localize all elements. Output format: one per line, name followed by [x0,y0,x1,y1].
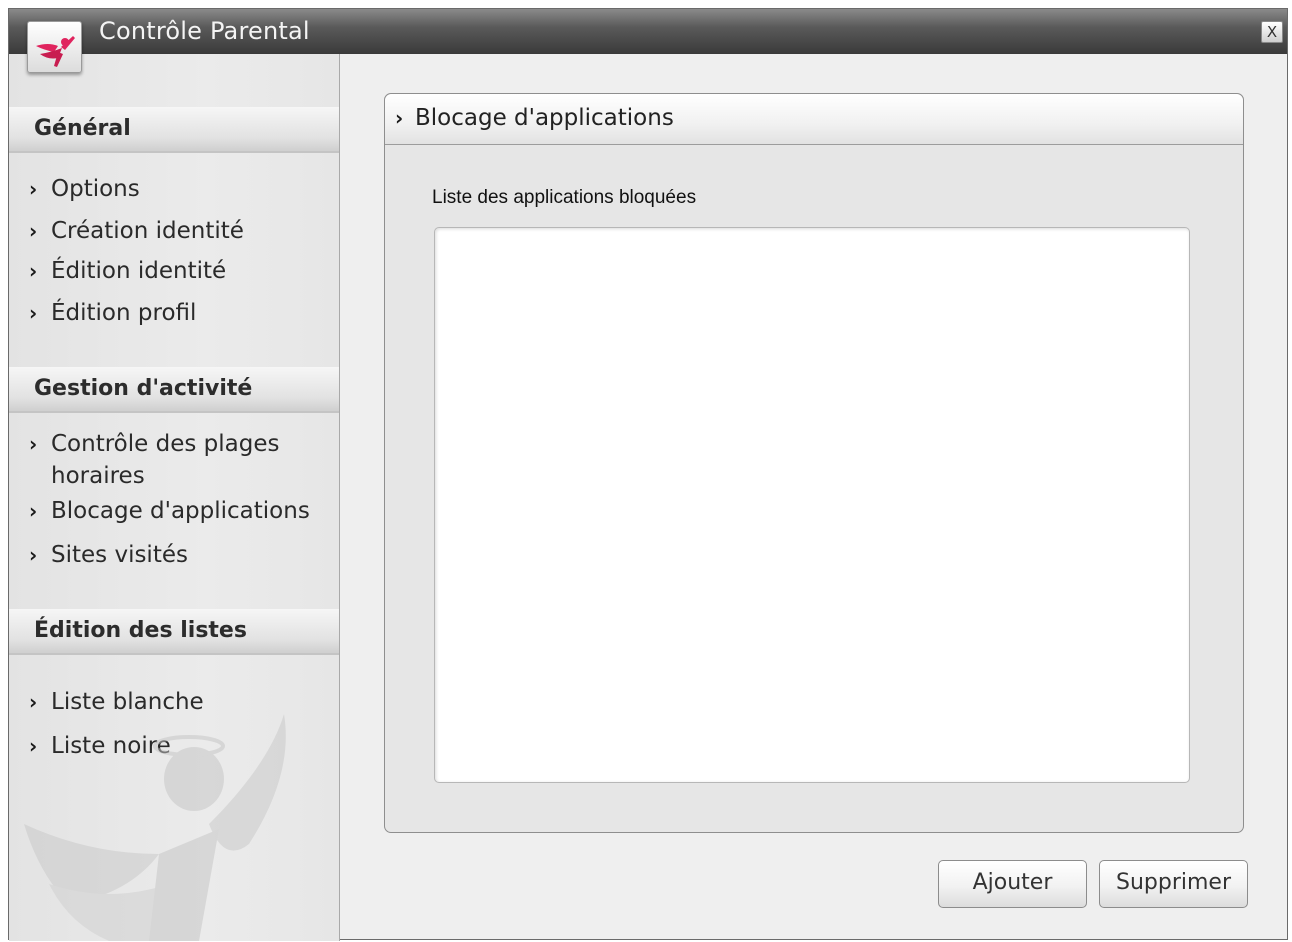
sidebar-item-label: Création identité [51,218,244,244]
chevron-right-icon: › [29,301,38,325]
chevron-right-icon: › [395,106,404,130]
chevron-right-icon: › [29,259,38,283]
window-title: Contrôle Parental [99,17,310,45]
chevron-right-icon: › [29,432,38,456]
title-bar[interactable]: Contrôle Parental X [9,9,1287,54]
sidebar-item-edition-identite[interactable]: › Édition identité [29,255,329,287]
app-blocking-panel: › Blocage d'applications Liste des appli… [384,93,1244,833]
sidebar: Général › Options › Création identité › … [9,54,340,941]
section-header-general: Général [9,107,339,153]
sidebar-item-edition-profil[interactable]: › Édition profil [29,297,329,329]
sidebar-item-controle-plages[interactable]: › Contrôle des plages horaires [29,428,329,492]
add-button[interactable]: Ajouter [938,860,1087,908]
close-button[interactable]: X [1261,21,1283,43]
panel-header: › Blocage d'applications [385,94,1243,145]
app-logo [27,21,82,73]
chevron-right-icon: › [29,177,38,201]
panel-title: Blocage d'applications [415,105,674,131]
sidebar-item-sites-visites[interactable]: › Sites visités [29,539,329,571]
close-icon: X [1266,23,1278,41]
sidebar-item-label: Édition profil [51,300,197,326]
sidebar-item-label: Blocage d'applications [51,498,310,524]
remove-button[interactable]: Supprimer [1099,860,1248,908]
section-header-edition-listes: Édition des listes [9,609,339,655]
section-header-gestion-activite: Gestion d'activité [9,367,339,413]
sidebar-item-label: Sites visités [51,542,188,568]
chevron-right-icon: › [29,499,38,523]
parental-control-logo-icon [36,36,75,67]
chevron-right-icon: › [29,543,38,567]
sidebar-item-blocage-applications[interactable]: › Blocage d'applications [29,495,329,527]
chevron-right-icon: › [29,219,38,243]
sidebar-item-label: Édition identité [51,258,227,284]
app-window: Contrôle Parental X Général › Options › … [8,8,1288,941]
sidebar-item-options[interactable]: › Options [29,173,329,205]
sidebar-item-creation-identite[interactable]: › Création identité [29,215,329,247]
sidebar-item-label: Options [51,176,140,202]
sidebar-item-label: Contrôle des plages horaires [51,431,280,489]
blocked-apps-list-label: Liste des applications bloquées [432,187,697,208]
blocked-apps-list[interactable] [434,227,1190,783]
watermark-logo-icon [24,714,286,941]
